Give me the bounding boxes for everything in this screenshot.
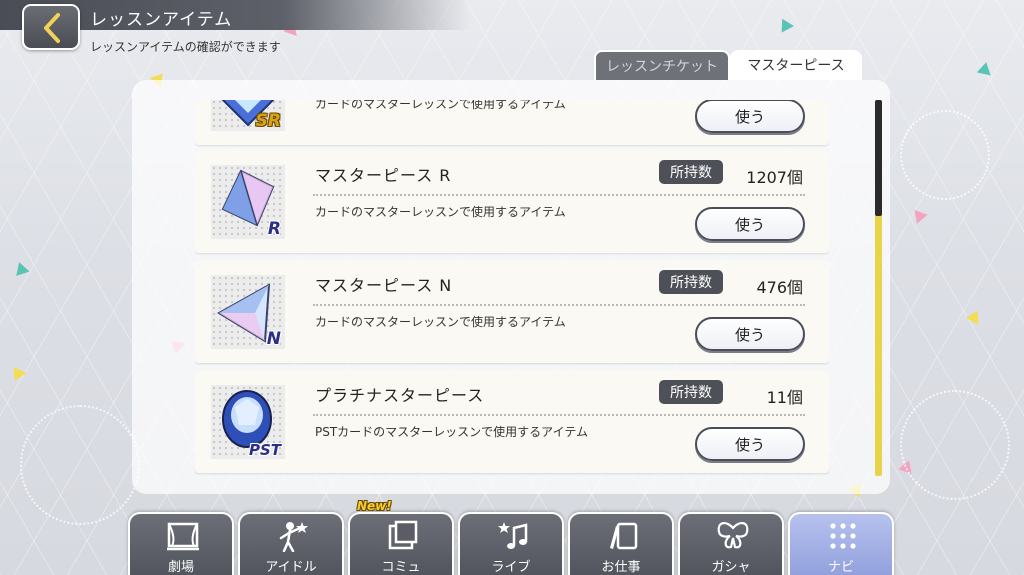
owned-count: 476個 [756, 278, 803, 297]
page-title: レッスンアイテム [90, 10, 233, 30]
nav-idol[interactable]: アイドル [238, 512, 344, 575]
list-item: R マスターピース R 所持数 1207個 カードのマスターレッスンで使用するア… [195, 150, 829, 253]
new-badge: New! [357, 499, 392, 513]
nav-work[interactable]: お仕事 [568, 512, 674, 575]
list-item: N マスターピース N 所持数 476個 カードのマスターレッスンで使用するアイ… [195, 260, 829, 363]
item-list[interactable]: SR カードのマスターレッスンで使用するアイテム 使う R マスターピース R … [195, 100, 829, 478]
nav-commu[interactable]: コミュ [348, 512, 454, 575]
nav-label: ガシャ [711, 560, 751, 575]
scrollbar-thumb[interactable] [875, 100, 882, 216]
item-thumbnail: SR [211, 100, 285, 131]
use-button[interactable]: 使う [695, 427, 805, 461]
list-item: PST プラチナスターピース 所持数 11個 PSTカードのマスターレッスンで使… [195, 370, 829, 473]
use-button[interactable]: 使う [695, 207, 805, 241]
nav-theater[interactable]: 劇場 [128, 512, 234, 575]
rank-label: N [266, 329, 281, 349]
owned-count-badge: 所持数 [659, 270, 723, 294]
divider [313, 194, 805, 196]
grid-dots-icon [830, 523, 856, 549]
nav-label: アイドル [265, 560, 317, 575]
item-name: マスターピース R [315, 166, 452, 185]
sparkle-burst [20, 405, 140, 525]
commu-icon [388, 520, 418, 550]
page-subtitle: レッスンアイテムの確認ができます [90, 40, 281, 54]
item-name: マスターピース N [315, 276, 453, 295]
sparkle-burst [900, 110, 990, 200]
nav-navi[interactable]: ナビ [788, 512, 894, 575]
use-button[interactable]: 使う [695, 317, 805, 351]
owned-count: 11個 [766, 388, 803, 407]
item-description: カードのマスターレッスンで使用するアイテム [315, 315, 566, 329]
chevron-left-icon [44, 13, 60, 43]
divider [313, 304, 805, 306]
nav-gacha[interactable]: ガシャ [678, 512, 784, 575]
nav-label: コミュ [381, 560, 421, 575]
nav-label: ライブ [491, 560, 531, 575]
rank-label: R [267, 219, 281, 239]
item-thumbnail: N [211, 275, 285, 349]
item-thumbnail: R [211, 165, 285, 239]
item-thumbnail: PST [211, 385, 285, 459]
owned-count-badge: 所持数 [659, 380, 723, 404]
item-description: PSTカードのマスターレッスンで使用するアイテム [315, 425, 588, 439]
nav-label: お仕事 [601, 560, 641, 575]
tab-master-piece[interactable]: マスターピース [730, 50, 862, 80]
use-button[interactable]: 使う [695, 100, 805, 133]
owned-count-badge: 所持数 [659, 160, 723, 184]
confetti-triangle [976, 60, 994, 76]
sparkle-burst [900, 390, 1010, 500]
nav-label: 劇場 [167, 560, 194, 575]
item-description: カードのマスターレッスンで使用するアイテム [315, 100, 566, 111]
theater-icon [167, 522, 199, 551]
list-item: SR カードのマスターレッスンで使用するアイテム 使う [195, 100, 829, 145]
item-name: プラチナスターピース [315, 386, 485, 405]
owned-count: 1207個 [746, 168, 803, 187]
work-icon [610, 522, 638, 550]
nav-live[interactable]: ライブ [458, 512, 564, 575]
item-description: カードのマスターレッスンで使用するアイテム [315, 205, 566, 219]
tab-lesson-ticket[interactable]: レッスンチケット [594, 50, 730, 80]
butterfly-icon [717, 522, 749, 549]
rank-label: SR [255, 111, 281, 131]
nav-label: ナビ [827, 560, 854, 575]
music-note-icon [498, 522, 528, 549]
divider [313, 414, 805, 416]
idol-icon [279, 522, 308, 552]
back-button[interactable] [22, 4, 80, 50]
rank-label: PST [248, 441, 281, 459]
